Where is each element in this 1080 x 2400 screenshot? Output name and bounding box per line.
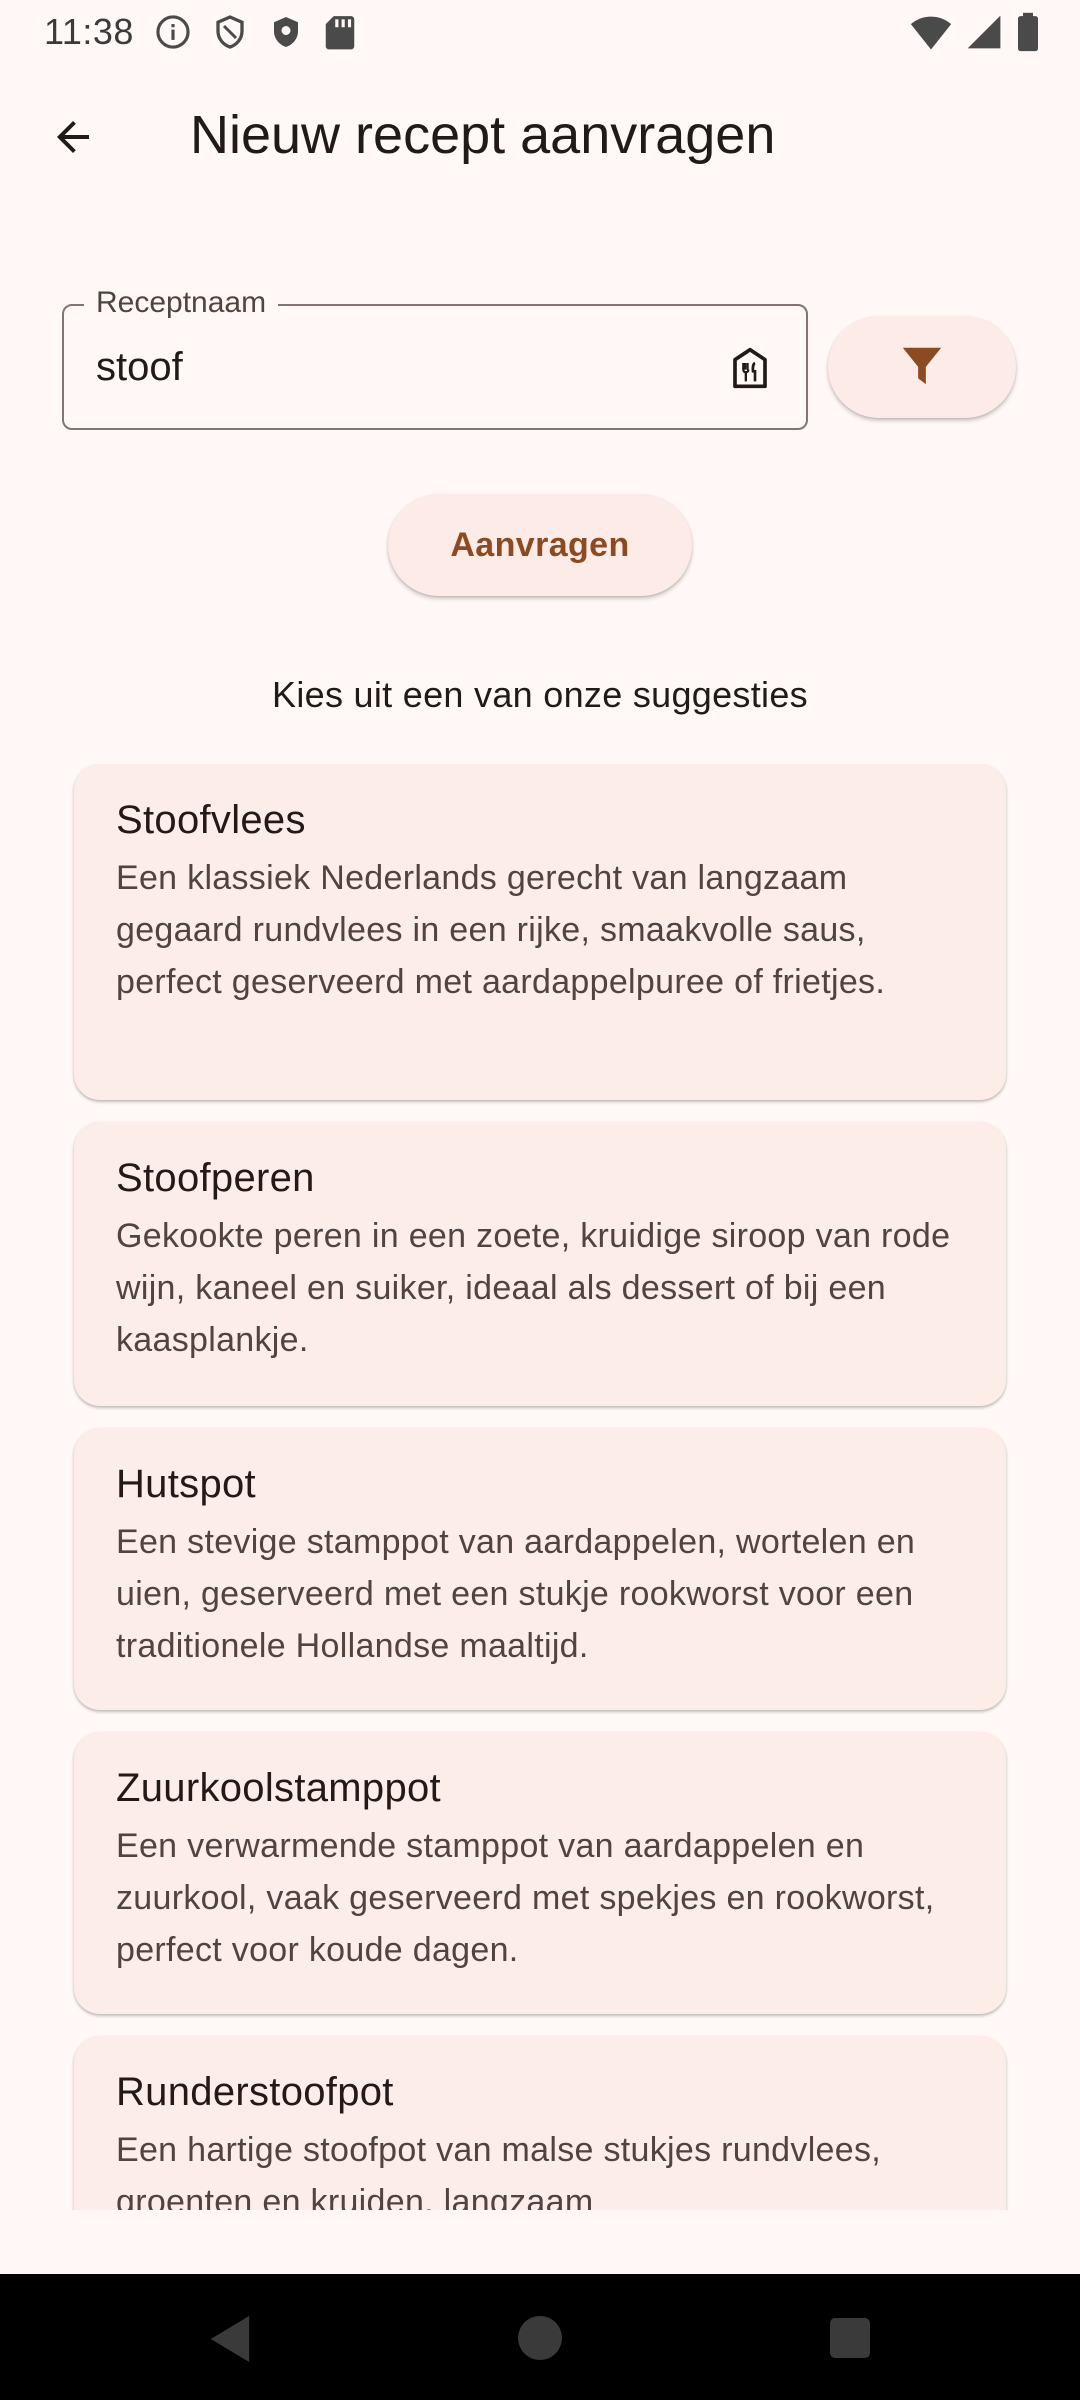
suggestion-title: Stoofperen	[116, 1156, 315, 1200]
recipe-name-input[interactable]	[96, 340, 656, 394]
nav-back-icon[interactable]	[208, 2314, 252, 2369]
filter-icon	[899, 342, 945, 393]
sd-card-icon	[324, 13, 356, 51]
app-bar: Nieuw recept aanvragen	[0, 84, 1080, 188]
suggestion-description: Gekookte peren in een zoete, kruidige si…	[116, 1217, 951, 1359]
suggestion-title: Runderstoofpot	[116, 2070, 394, 2114]
suggestion-description: Een verwarmende stamppot van aardappelen…	[116, 1827, 935, 1969]
suggestion-card[interactable]: Stoofvlees Een klassiek Nederlands gerec…	[74, 764, 1006, 1100]
navigation-bar	[0, 2274, 1080, 2400]
suggestion-title: Zuurkoolstamppot	[116, 1766, 441, 1810]
suggestion-card[interactable]: Hutspot Een stevige stamppot van aardapp…	[74, 1428, 1006, 1710]
suggestion-title: Hutspot	[116, 1462, 256, 1506]
battery-icon	[1016, 12, 1040, 57]
suggestion-description: Een stevige stamppot van aardappelen, wo…	[116, 1523, 916, 1665]
shield-filled-icon	[268, 13, 304, 51]
recipe-name-field[interactable]: Receptnaam	[62, 284, 808, 430]
suggestion-list[interactable]: Stoofvlees Een klassiek Nederlands gerec…	[0, 764, 1080, 2210]
status-bar: 11:38	[0, 0, 1080, 64]
signal-icon	[966, 12, 1002, 57]
wifi-icon	[910, 12, 952, 57]
nav-home-icon[interactable]	[518, 2316, 562, 2360]
nav-recents-icon[interactable]	[830, 2318, 870, 2358]
page-title: Nieuw recept aanvragen	[190, 105, 776, 165]
suggestion-card[interactable]: Zuurkoolstamppot Een verwarmende stamppo…	[74, 1732, 1006, 2014]
filter-button[interactable]	[828, 316, 1016, 418]
suggestion-description: Een klassiek Nederlands gerecht van lang…	[116, 859, 886, 1001]
back-button[interactable]	[40, 106, 106, 172]
status-icons-right	[910, 12, 1040, 57]
recipe-name-label: Receptnaam	[84, 284, 279, 322]
suggestion-title: Stoofvlees	[116, 798, 306, 842]
request-button[interactable]: Aanvragen	[388, 494, 692, 596]
status-time: 11:38	[44, 11, 134, 52]
restaurant-home-icon	[730, 346, 770, 390]
suggestion-card[interactable]: Runderstoofpot Een hartige stoofpot van …	[74, 2036, 1006, 2210]
arrow-back-icon	[49, 113, 97, 166]
suggestions-heading: Kies uit een van onze suggesties	[272, 674, 808, 715]
info-icon	[154, 13, 192, 51]
status-icons-left	[154, 13, 356, 51]
suggestion-card[interactable]: Stoofperen Gekookte peren in een zoete, …	[74, 1122, 1006, 1406]
shield-outline-icon	[212, 13, 248, 51]
suggestion-description: Een hartige stoofpot van malse stukjes r…	[116, 2131, 882, 2210]
